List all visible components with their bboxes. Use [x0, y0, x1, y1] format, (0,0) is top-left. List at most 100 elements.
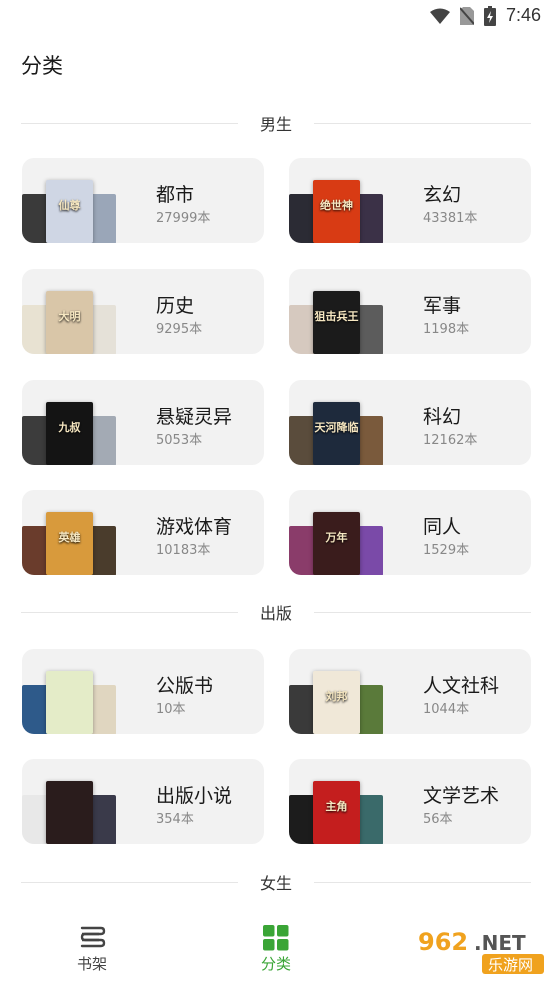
category-covers: 英雄 [22, 490, 142, 575]
category-name: 都市 [156, 184, 195, 206]
category-count: 354本 [156, 812, 194, 827]
book-cover-image [90, 685, 116, 734]
category-card[interactable]: 万年 同人 1529本 [289, 490, 531, 575]
book-cover-image [22, 305, 48, 354]
category-count: 9295本 [156, 322, 203, 337]
section-divider-female: 女生 [21, 870, 532, 894]
category-card[interactable]: 仙尊 都市 27999本 [22, 158, 264, 243]
category-name: 公版书 [156, 675, 214, 697]
wifi-icon [429, 8, 450, 24]
cover-title-art: 万年 [325, 531, 348, 544]
category-covers: 天河降临 [289, 380, 409, 465]
cover-title-art: 刘邦 [325, 690, 348, 703]
category-count: 27999本 [156, 211, 211, 226]
book-cover-image [289, 305, 315, 354]
book-cover-image: 万年 [313, 512, 360, 575]
section-label: 女生 [260, 874, 293, 893]
watermark-logo: 962 .NET 乐游网 [412, 924, 546, 974]
bookshelf-icon [80, 926, 106, 948]
category-covers: 九叔 [22, 380, 142, 465]
book-cover-image [289, 526, 315, 575]
cover-title-art: 主角 [325, 800, 348, 813]
divider-line [21, 122, 238, 124]
cover-title-art: 九叔 [58, 421, 81, 434]
category-count: 10本 [156, 702, 186, 717]
nav-category[interactable]: 分类 [226, 925, 326, 974]
category-count: 1044本 [423, 702, 470, 717]
category-count: 43381本 [423, 211, 478, 226]
book-cover-image: 英雄 [46, 512, 93, 575]
section-label: 出版 [260, 604, 293, 623]
book-cover-image: 刘邦 [313, 671, 360, 734]
book-cover-image [289, 685, 315, 734]
book-cover-image: 狙击兵王 [313, 291, 360, 354]
book-cover-image [22, 194, 48, 243]
book-cover-image: 仙尊 [46, 180, 93, 243]
category-card[interactable]: 英雄 游戏体育 10183本 [22, 490, 264, 575]
book-cover-image [90, 416, 116, 465]
category-count: 12162本 [423, 433, 478, 448]
nav-bookshelf[interactable]: 书架 [42, 925, 142, 974]
section-divider-publish: 出版 [21, 600, 532, 624]
book-cover-image [289, 416, 315, 465]
status-time: 7:46 [505, 5, 541, 25]
svg-text:962: 962 [418, 928, 468, 956]
book-cover-image [90, 795, 116, 844]
book-cover-image [357, 194, 383, 243]
category-covers: 刘邦 [289, 649, 409, 734]
book-cover-image [22, 526, 48, 575]
book-cover-image [22, 795, 48, 844]
no-sim-icon [459, 6, 474, 25]
book-cover-image [46, 781, 93, 844]
book-cover-image [90, 305, 116, 354]
book-cover-image [357, 685, 383, 734]
category-card[interactable]: 公版书 10本 [22, 649, 264, 734]
cover-title-art: 天河降临 [314, 421, 359, 434]
category-covers: 万年 [289, 490, 409, 575]
category-name: 军事 [423, 295, 462, 317]
category-covers: 主角 [289, 759, 409, 844]
svg-text:乐游网: 乐游网 [488, 956, 533, 974]
category-count: 5053本 [156, 433, 203, 448]
cover-title-art: 英雄 [58, 531, 81, 544]
book-cover-image: 大明 [46, 291, 93, 354]
category-name: 同人 [423, 516, 462, 538]
category-card[interactable]: 九叔 悬疑灵异 5053本 [22, 380, 264, 465]
category-card[interactable]: 出版小说 354本 [22, 759, 264, 844]
cover-title-art: 狙击兵王 [314, 310, 359, 323]
status-bar: 7:46 [0, 0, 553, 32]
category-name: 游戏体育 [156, 516, 233, 538]
book-cover-image: 天河降临 [313, 402, 360, 465]
nav-label: 分类 [260, 955, 291, 973]
page-title: 分类 [21, 54, 63, 78]
book-cover-image [289, 194, 315, 243]
category-card[interactable]: 刘邦 人文社科 1044本 [289, 649, 531, 734]
category-card[interactable]: 天河降临 科幻 12162本 [289, 380, 531, 465]
nav-label: 书架 [76, 955, 107, 973]
section-divider-male: 男生 [21, 111, 532, 135]
status-icons: 7:46 [429, 5, 541, 26]
divider-line [314, 122, 532, 124]
category-covers [22, 759, 142, 844]
category-covers [22, 649, 142, 734]
book-cover-image [357, 416, 383, 465]
category-name: 科幻 [423, 406, 462, 428]
category-count: 1198本 [423, 322, 470, 337]
divider-line [21, 881, 238, 883]
book-cover-image: 主角 [313, 781, 360, 844]
category-count: 10183本 [156, 543, 211, 558]
book-cover-image: 绝世神 [313, 180, 360, 243]
category-card[interactable]: 主角 文学艺术 56本 [289, 759, 531, 844]
category-covers: 绝世神 [289, 158, 409, 243]
category-card[interactable]: 狙击兵王 军事 1198本 [289, 269, 531, 354]
category-covers: 大明 [22, 269, 142, 354]
category-card[interactable]: 绝世神 玄幻 43381本 [289, 158, 531, 243]
book-cover-image [46, 671, 93, 734]
grid-icon [263, 925, 289, 951]
book-cover-image [357, 795, 383, 844]
category-card[interactable]: 大明 历史 9295本 [22, 269, 264, 354]
cover-title-art: 绝世神 [320, 199, 353, 212]
book-cover-image [357, 526, 383, 575]
book-cover-image [90, 194, 116, 243]
category-name: 文学艺术 [423, 785, 500, 807]
